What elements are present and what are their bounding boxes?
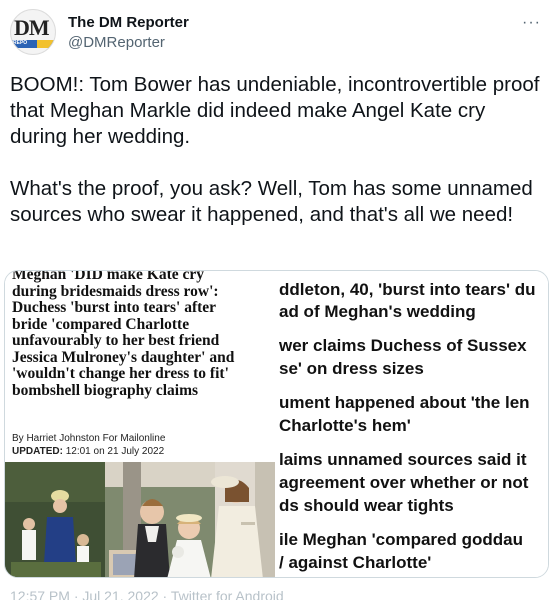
snippet-line: laims unnamed sources said it [279, 450, 527, 469]
updated-label: UPDATED: [12, 446, 63, 457]
wedding-photo-graphic [5, 462, 275, 577]
avatar-subtext: REPO [13, 40, 28, 46]
article-updated: UPDATED: 12:01 on 21 July 2022 [12, 446, 164, 457]
avatar-logo-text: DM [14, 15, 50, 40]
snippet-line: wer claims Duchess of Sussex [279, 336, 527, 355]
snippet-line: se' on dress sizes [279, 359, 424, 378]
tweet-timestamp[interactable]: 12:57 PM · Jul 21, 2022 · Twitter for An… [10, 588, 284, 600]
snippet-line: ile Meghan 'compared goddau [279, 530, 523, 549]
tweet-header: DM REPO The DM Reporter @DMReporter ··· [10, 8, 545, 60]
article-screenshot: Meghan 'DID make Kate cry during bridesm… [5, 270, 275, 577]
snippet-line: ad of Meghan's wedding [279, 302, 476, 321]
user-handle[interactable]: @DMReporter [68, 34, 165, 51]
snippet-line: ument happened about 'the len [279, 393, 530, 412]
snippet-line: ddleton, 40, 'burst into tears' du [279, 280, 536, 299]
avatar-band-accent [37, 40, 55, 48]
snippet-line: agreement over whether or not [279, 473, 529, 492]
snippet-line: ds should wear tights [279, 496, 454, 515]
snippet-line: Charlotte's hem' [279, 416, 411, 435]
more-options-icon[interactable]: ··· [522, 14, 541, 32]
tweet-text: BOOM!: Tom Bower has undeniable, incontr… [10, 73, 540, 226]
wedding-photo [5, 462, 275, 577]
attached-image[interactable]: Meghan 'DID make Kate cry during bridesm… [4, 270, 549, 578]
updated-value: 12:01 on 21 July 2022 [62, 446, 165, 457]
avatar[interactable]: DM REPO [10, 9, 56, 55]
article-byline: By Harriet Johnston For Mailonline [12, 433, 166, 444]
article-headline: Meghan 'DID make Kate cry during bridesm… [12, 270, 235, 399]
snippet-line: / against Charlotte' [279, 553, 432, 572]
article-text-snippets: ddleton, 40, 'burst into tears' du ad of… [275, 271, 548, 577]
display-name[interactable]: The DM Reporter [68, 14, 189, 31]
